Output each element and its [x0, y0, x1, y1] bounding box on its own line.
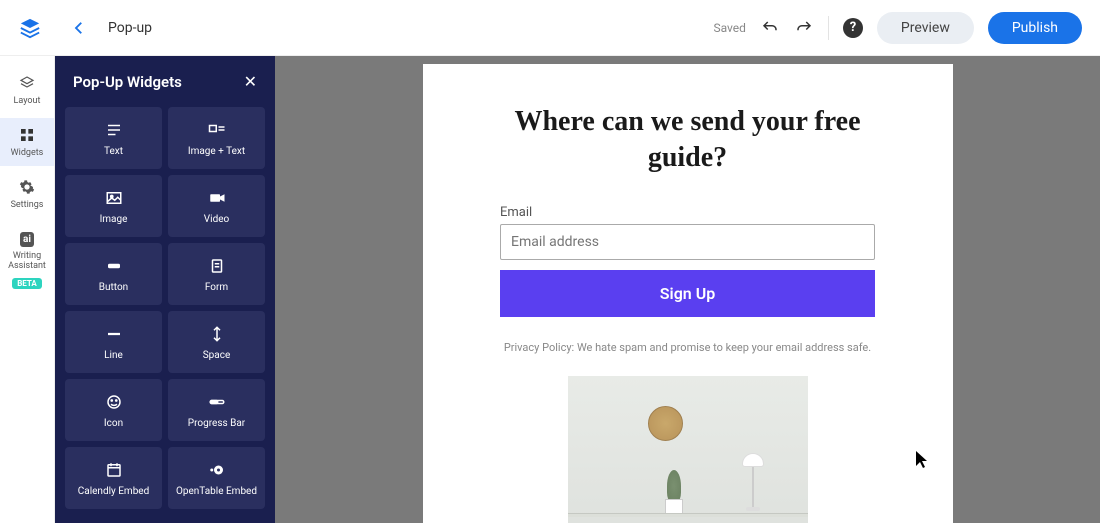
clock-decor: [648, 406, 683, 441]
image-icon: [104, 188, 124, 208]
beta-badge: BETA: [12, 278, 42, 289]
space-icon: [207, 324, 227, 344]
plant-decor: [663, 470, 685, 515]
widget-label: Space: [203, 350, 231, 361]
redo-icon[interactable]: [794, 18, 814, 38]
nav-item-widgets[interactable]: Widgets: [0, 118, 54, 166]
widget-label: Image: [100, 214, 128, 225]
popup-image: [568, 376, 808, 523]
widget-tile-button[interactable]: Button: [65, 243, 162, 305]
widget-label: Button: [99, 282, 128, 293]
close-icon[interactable]: ✕: [244, 72, 257, 91]
nav-item-writing-assistant[interactable]: ai Writing Assistant BETA: [0, 222, 54, 297]
page-title: Pop-up: [108, 20, 152, 36]
image-text-icon: [207, 120, 227, 140]
shelf-decor: [568, 513, 808, 517]
lamp-decor: [738, 453, 768, 513]
video-icon: [207, 188, 227, 208]
widget-label: Video: [204, 214, 229, 225]
widget-tile-calendly[interactable]: Calendly Embed: [65, 447, 162, 509]
nav-label: Layout: [14, 96, 41, 106]
text-icon: [104, 120, 124, 140]
popup-preview: Where can we send your free guide? Email…: [423, 64, 953, 523]
saved-status: Saved: [713, 21, 745, 35]
popup-heading: Where can we send your free guide?: [473, 104, 903, 177]
widget-tile-line[interactable]: Line: [65, 311, 162, 373]
widget-tile-video[interactable]: Video: [168, 175, 265, 237]
widget-tile-form[interactable]: Form: [168, 243, 265, 305]
widget-tile-opentable[interactable]: OpenTable Embed: [168, 447, 265, 509]
ai-icon: ai: [18, 230, 36, 248]
top-bar: Pop-up Saved ? Preview Publish: [0, 0, 1100, 56]
preview-button[interactable]: Preview: [877, 12, 974, 44]
widget-label: Text: [104, 146, 123, 157]
widget-label: Icon: [104, 418, 123, 429]
widget-label: Progress Bar: [188, 418, 245, 429]
divider: [828, 16, 829, 40]
widget-label: OpenTable Embed: [176, 486, 257, 497]
nav-item-layout[interactable]: Layout: [0, 66, 54, 114]
line-icon: [104, 324, 124, 344]
button-icon: [104, 256, 124, 276]
widget-label: Calendly Embed: [78, 486, 150, 497]
back-arrow-icon[interactable]: [70, 19, 88, 37]
widget-tile-progress-bar[interactable]: Progress Bar: [168, 379, 265, 441]
email-label: Email: [500, 205, 875, 220]
canvas-area[interactable]: Where can we send your free guide? Email…: [275, 56, 1100, 523]
nav-item-settings[interactable]: Settings: [0, 170, 54, 218]
nav-label: Writing Assistant: [0, 252, 54, 272]
progress-icon: [207, 392, 227, 412]
publish-button[interactable]: Publish: [988, 12, 1082, 44]
widget-label: Line: [104, 350, 123, 361]
widgets-panel: Pop-Up Widgets ✕ Text Image + Text Image…: [55, 56, 275, 523]
widget-tile-image[interactable]: Image: [65, 175, 162, 237]
panel-title: Pop-Up Widgets: [73, 73, 182, 91]
widget-tile-space[interactable]: Space: [168, 311, 265, 373]
layers-icon: [18, 74, 36, 92]
undo-icon[interactable]: [760, 18, 780, 38]
signup-button[interactable]: Sign Up: [500, 270, 875, 317]
widget-label: Form: [205, 282, 228, 293]
widget-tile-text[interactable]: Text: [65, 107, 162, 169]
gear-icon: [18, 178, 36, 196]
form-icon: [207, 256, 227, 276]
email-input[interactable]: [500, 224, 875, 260]
nav-label: Settings: [11, 200, 44, 210]
widget-tile-image-text[interactable]: Image + Text: [168, 107, 265, 169]
smile-icon: [104, 392, 124, 412]
logo-icon: [18, 16, 42, 40]
widget-tile-icon[interactable]: Icon: [65, 379, 162, 441]
nav-label: Widgets: [11, 148, 44, 158]
widgets-icon: [18, 126, 36, 144]
calendar-icon: [104, 460, 124, 480]
help-icon[interactable]: ?: [843, 18, 863, 38]
left-nav: Layout Widgets Settings ai Writing Assis…: [0, 56, 55, 523]
opentable-icon: [207, 460, 227, 480]
widget-label: Image + Text: [188, 146, 245, 157]
privacy-text: Privacy Policy: We hate spam and promise…: [504, 341, 871, 354]
